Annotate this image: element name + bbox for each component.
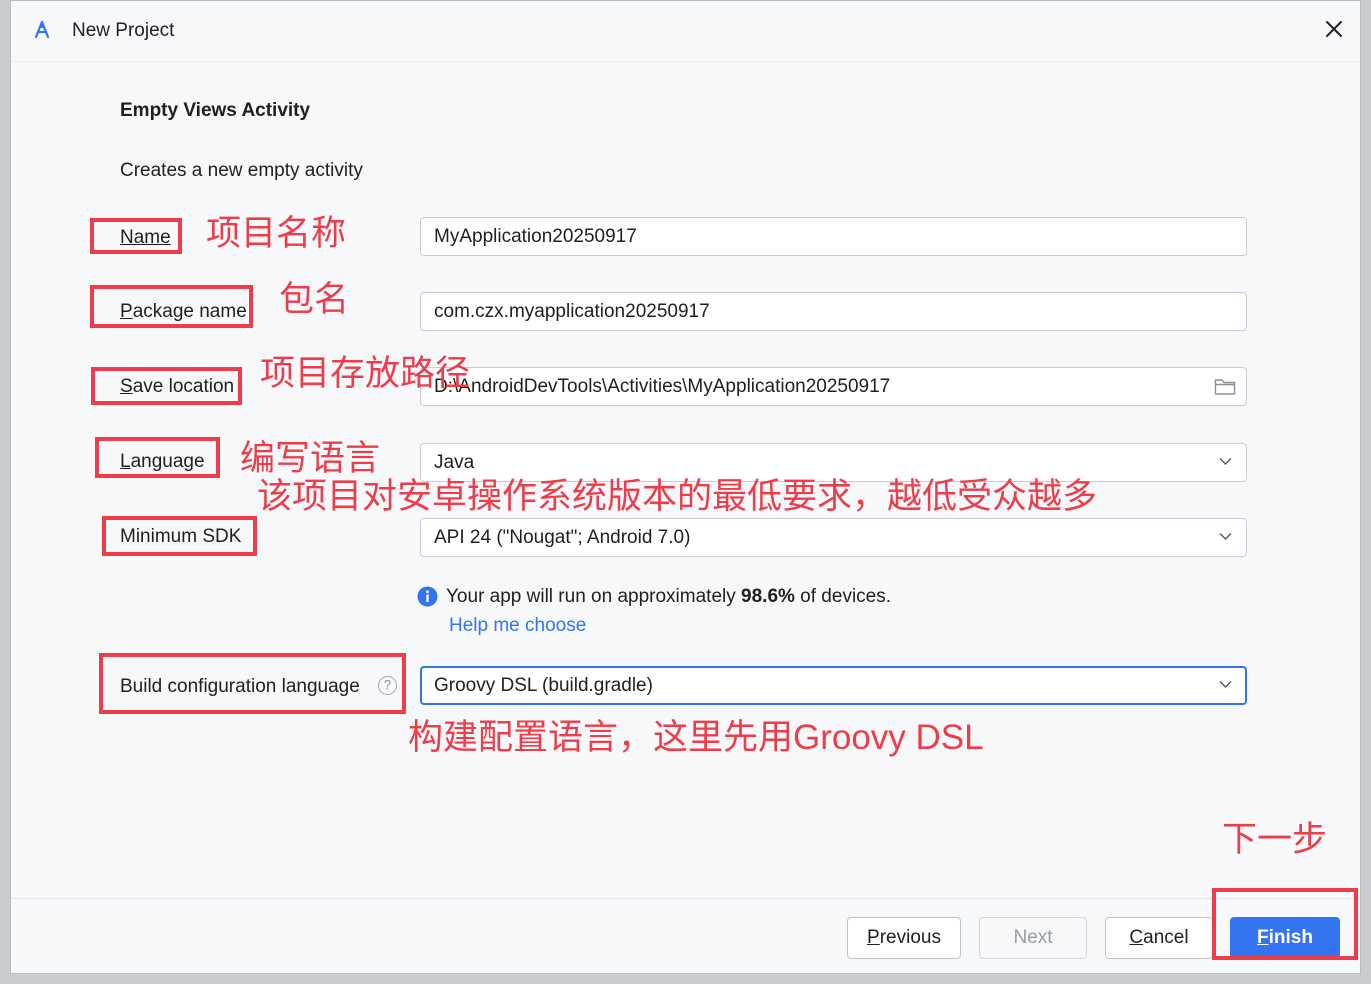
min-sdk-label: Minimum SDK bbox=[120, 526, 242, 547]
previous-button[interactable]: Previous bbox=[847, 917, 961, 959]
close-icon[interactable] bbox=[1322, 17, 1346, 41]
build-config-dropdown[interactable]: Groovy DSL (build.gradle) bbox=[420, 666, 1247, 705]
coverage-prefix: Your app will run on approximately bbox=[446, 586, 742, 607]
help-icon[interactable]: ? bbox=[378, 676, 397, 695]
language-value: Java bbox=[434, 452, 475, 473]
previous-rest: revious bbox=[879, 927, 941, 948]
android-studio-icon bbox=[34, 21, 50, 39]
save-location-value: D:\AndroidDevTools\Activities\MyApplicat… bbox=[434, 376, 891, 397]
name-label: Name bbox=[120, 227, 171, 249]
build-config-label: Build configuration language bbox=[120, 676, 360, 697]
save-location-field[interactable]: D:\AndroidDevTools\Activities\MyApplicat… bbox=[420, 367, 1247, 406]
name-label-mnemonic: N bbox=[120, 227, 134, 248]
template-heading: Empty Views Activity bbox=[120, 100, 311, 121]
package-value: com.czx.myapplication20250917 bbox=[434, 301, 710, 322]
language-label: Language bbox=[120, 451, 205, 473]
language-dropdown[interactable]: Java bbox=[420, 443, 1247, 482]
min-sdk-dropdown[interactable]: API 24 ("Nougat"; Android 7.0) bbox=[420, 518, 1247, 557]
help-me-choose-link[interactable]: Help me choose bbox=[449, 615, 586, 637]
info-icon bbox=[417, 586, 438, 607]
package-name-label: Package name bbox=[120, 301, 247, 323]
save-label-mnemonic: S bbox=[120, 376, 133, 397]
template-description: Creates a new empty activity bbox=[120, 160, 363, 181]
package-name-field[interactable]: com.czx.myapplication20250917 bbox=[420, 292, 1247, 331]
new-project-dialog: New Project Empty Views Activity Creates… bbox=[10, 0, 1361, 974]
finish-mnemonic: F bbox=[1257, 927, 1269, 948]
name-field[interactable]: MyApplication20250917 bbox=[420, 217, 1247, 256]
finish-button[interactable]: Finish bbox=[1230, 917, 1340, 959]
finish-rest: inish bbox=[1268, 927, 1313, 948]
min-sdk-value: API 24 ("Nougat"; Android 7.0) bbox=[434, 527, 691, 548]
package-label-rest: ackage name bbox=[132, 301, 247, 322]
window-title: New Project bbox=[72, 20, 175, 41]
title-bar: New Project bbox=[11, 1, 1360, 61]
folder-icon[interactable] bbox=[1214, 377, 1236, 396]
build-config-value: Groovy DSL (build.gradle) bbox=[434, 675, 653, 696]
chevron-down-icon bbox=[1219, 532, 1232, 541]
coverage-suffix: of devices. bbox=[794, 586, 892, 607]
chevron-down-icon bbox=[1219, 680, 1232, 689]
save-label-rest: ave location bbox=[132, 376, 235, 397]
coverage-percent: 98.6% bbox=[741, 586, 795, 607]
footer-separator bbox=[11, 898, 1360, 899]
chevron-down-icon bbox=[1219, 457, 1232, 466]
save-location-label: Save location bbox=[120, 376, 234, 398]
cancel-rest: ancel bbox=[1143, 927, 1189, 948]
name-value: MyApplication20250917 bbox=[434, 226, 637, 247]
language-label-mnemonic: L bbox=[120, 451, 131, 472]
previous-mnemonic: P bbox=[867, 927, 880, 948]
cancel-button[interactable]: Cancel bbox=[1105, 917, 1213, 959]
name-label-rest: ame bbox=[133, 227, 171, 248]
device-coverage-text: Your app will run on approximately 98.6%… bbox=[446, 586, 891, 608]
next-button[interactable]: Next bbox=[979, 917, 1087, 959]
language-label-rest: anguage bbox=[130, 451, 205, 472]
package-label-mnemonic: P bbox=[120, 301, 133, 322]
cancel-mnemonic: C bbox=[1129, 927, 1144, 948]
title-separator bbox=[11, 61, 1360, 62]
